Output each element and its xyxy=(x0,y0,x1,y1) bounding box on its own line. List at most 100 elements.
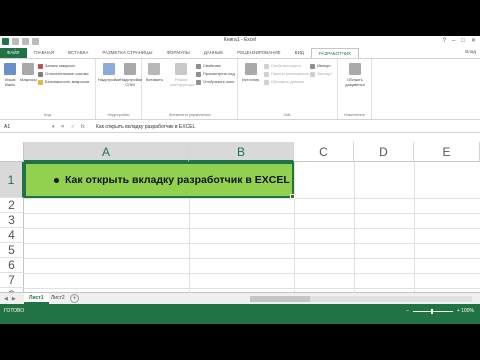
xml-source-button[interactable]: Источник xyxy=(242,63,259,82)
export-icon xyxy=(310,71,315,77)
refresh-data-button[interactable]: Обновить данные xyxy=(264,79,304,85)
cell-a1-text: Как открыть вкладку разработчик в EXCEL xyxy=(65,174,290,186)
sheet-tab-1[interactable]: Лист1 xyxy=(24,293,49,304)
zoom-slider[interactable] xyxy=(412,308,453,314)
tab-data[interactable]: ДАННЫЕ xyxy=(197,48,231,58)
export-button[interactable]: Экспорт xyxy=(310,71,332,77)
tab-page-layout[interactable]: РАЗМЕТКА СТРАНИЦЫ xyxy=(95,48,159,58)
name-box[interactable]: A1 xyxy=(2,123,42,131)
row-header-3[interactable]: 3 xyxy=(0,213,24,228)
tab-home[interactable]: ГЛАВНАЯ xyxy=(27,48,62,58)
maximize-button[interactable]: □ xyxy=(461,38,465,45)
run-dialog-button[interactable]: Отобразить окно xyxy=(196,79,234,85)
map-properties-icon xyxy=(264,63,269,69)
tab-file[interactable]: ФАЙЛ xyxy=(0,48,27,58)
insert-function-icon[interactable]: fx xyxy=(81,123,85,131)
formula-bar-buttons: ▾ ✕ ✓ fx xyxy=(52,123,85,131)
sheet-nav: ◀ ▶ xyxy=(4,295,16,303)
fill-handle[interactable] xyxy=(290,194,295,199)
tab-insert[interactable]: ВСТАВКА xyxy=(61,48,95,58)
document-panel-icon xyxy=(349,63,361,75)
column-header-a[interactable]: A xyxy=(24,142,189,162)
scrollbar-thumb[interactable] xyxy=(250,296,310,302)
group-addins: Надстройки Надстройки COM Надстройки xyxy=(96,59,142,119)
zoom-out-button[interactable]: – xyxy=(406,308,409,314)
insert-control-button[interactable]: Вставить xyxy=(146,63,163,82)
ribbon-tabs: ФАЙЛ ГЛАВНАЯ ВСТАВКА РАЗМЕТКА СТРАНИЦЫ Ф… xyxy=(0,48,480,58)
import-button[interactable]: Импорт xyxy=(310,63,331,69)
sheet-prev-icon[interactable]: ◀ xyxy=(4,295,8,303)
gridline xyxy=(24,198,480,199)
column-header-e[interactable]: E xyxy=(414,142,480,162)
refresh-icon xyxy=(264,79,269,85)
cell-content: Как открыть вкладку разработчик в EXCEL xyxy=(54,174,290,186)
group-controls: Вставить Режим конструктора Свойства Про… xyxy=(142,59,238,119)
properties-icon xyxy=(196,63,201,69)
sheet-tab-bar: ◀ ▶ Лист1 Лист2 + xyxy=(0,292,480,304)
visual-basic-button[interactable]: Visual Basic xyxy=(2,63,18,87)
group-label-code: Код xyxy=(44,112,51,117)
map-properties-button[interactable]: Свойства карты xyxy=(264,63,301,69)
gridline xyxy=(24,288,480,289)
column-header-c[interactable]: C xyxy=(294,142,354,162)
ribbon: Visual Basic Макросы Запись макроса Отно… xyxy=(0,58,480,120)
minimize-button[interactable]: – xyxy=(452,38,455,45)
addins-button[interactable]: Надстройки xyxy=(98,63,120,82)
zoom-level[interactable]: + 100% xyxy=(457,308,474,314)
title-bar: Книга1 - Excel ? – □ ✕ xyxy=(0,36,480,48)
zoom-control: – + 100% xyxy=(406,308,474,314)
record-macro-button[interactable]: Запись макроса xyxy=(38,63,75,69)
row-header-6[interactable]: 6 xyxy=(0,258,24,273)
addins-icon xyxy=(102,63,115,75)
relative-refs-button[interactable]: Относительные ссылки xyxy=(38,71,89,77)
cancel-icon[interactable]: ✕ xyxy=(61,123,65,131)
formula-bar: A1 ▾ ✕ ✓ fx Как открыть вкладку разработ… xyxy=(0,121,480,133)
window-controls: ? – □ ✕ xyxy=(443,38,476,45)
merged-cell-a1[interactable]: Как открыть вкладку разработчик в EXCEL xyxy=(24,162,295,199)
properties-button[interactable]: Свойства xyxy=(196,63,221,69)
row-header-4[interactable]: 4 xyxy=(0,228,24,243)
row-header-7[interactable]: 7 xyxy=(0,273,24,288)
horizontal-scrollbar[interactable] xyxy=(250,296,472,302)
close-button[interactable]: ✕ xyxy=(471,38,476,45)
video-letterbox-top xyxy=(0,0,480,36)
row-header-5[interactable]: 5 xyxy=(0,243,24,258)
user-name[interactable]: Влад xyxy=(465,49,476,54)
row-header-1[interactable]: 1 xyxy=(0,162,24,198)
add-sheet-button[interactable]: + xyxy=(70,294,79,303)
tab-developer[interactable]: РАЗРАБОТЧИК xyxy=(310,48,359,58)
gridline xyxy=(24,258,480,259)
zoom-slider-thumb[interactable] xyxy=(430,308,433,314)
group-modify: Область документа Изменение xyxy=(338,59,372,119)
document-panel-button[interactable]: Область документа xyxy=(342,63,368,87)
macro-security-button[interactable]: Безопасность макросов xyxy=(38,79,89,85)
sheet-next-icon[interactable]: ▶ xyxy=(12,295,16,303)
gridline xyxy=(24,243,480,244)
group-label-xml: XML xyxy=(283,112,292,117)
column-header-b[interactable]: B xyxy=(189,142,294,162)
help-button[interactable]: ? xyxy=(443,38,446,45)
enter-icon[interactable]: ✓ xyxy=(71,123,75,131)
formula-input[interactable]: Как открыть вкладку разработчик в EXCEL xyxy=(96,123,195,131)
row-header-2[interactable]: 2 xyxy=(0,198,24,213)
gridline xyxy=(24,273,480,274)
tab-review[interactable]: РЕЦЕНЗИРОВАНИЕ xyxy=(230,48,287,58)
relative-refs-icon xyxy=(38,71,43,77)
tab-view[interactable]: ВИД xyxy=(288,48,311,58)
gridline xyxy=(24,228,480,229)
tab-formulas[interactable]: ФОРМУЛЫ xyxy=(159,48,196,58)
name-box-dropdown-icon[interactable]: ▾ xyxy=(52,123,55,131)
view-code-button[interactable]: Просмотреть код xyxy=(196,71,235,77)
xml-source-icon xyxy=(244,63,257,75)
excel-window: Книга1 - Excel ? – □ ✕ ФАЙЛ ГЛАВНАЯ ВСТА… xyxy=(0,36,480,324)
expansion-packs-button[interactable]: Пакеты расширения xyxy=(264,71,309,77)
bullet-icon xyxy=(54,177,59,183)
com-addins-button[interactable]: Надстройки COM xyxy=(120,63,142,87)
gridline xyxy=(24,213,480,214)
select-all-button[interactable] xyxy=(0,142,24,162)
design-mode-button[interactable]: Режим конструктора xyxy=(170,63,195,87)
sheet-tab-2[interactable]: Лист2 xyxy=(46,293,70,304)
column-header-d[interactable]: D xyxy=(354,142,414,162)
worksheet-grid[interactable]: A B C D E 1 2 3 4 5 6 7 8 Как открыть вк… xyxy=(0,142,480,303)
macros-button[interactable]: Макросы xyxy=(20,63,37,82)
